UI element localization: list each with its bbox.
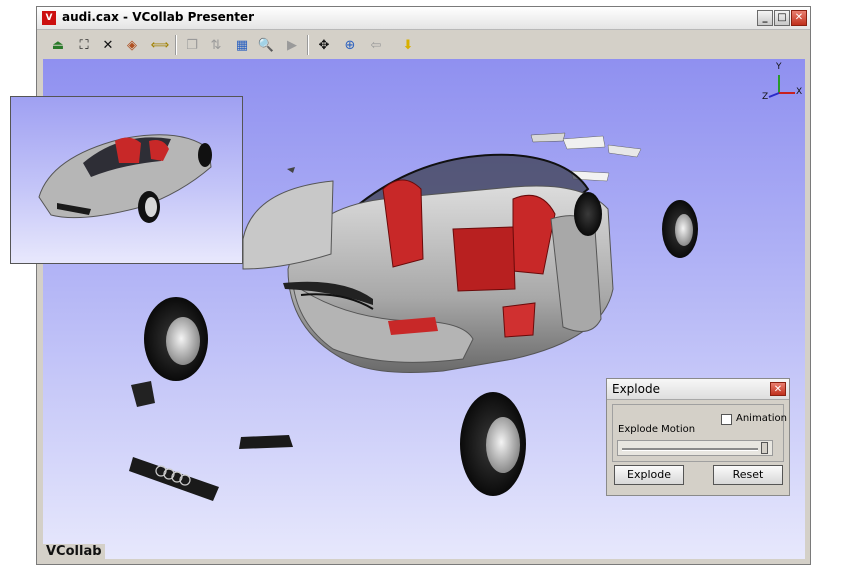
toolbar-button[interactable]: ▶ bbox=[281, 34, 303, 56]
animation-checkbox[interactable] bbox=[721, 414, 732, 425]
cube-view-icon: ◈ bbox=[127, 37, 137, 53]
axis-z-label: Z bbox=[762, 92, 769, 102]
car-thumbnail bbox=[38, 134, 212, 223]
axis-triad bbox=[768, 75, 795, 98]
copy-icon: ❐ bbox=[186, 37, 198, 53]
explode-dialog-title: Explode bbox=[612, 382, 660, 396]
grille-badge bbox=[129, 457, 219, 501]
axis-y-label: Y bbox=[776, 62, 782, 72]
compare-icon: ⇅ bbox=[210, 37, 222, 53]
app-icon: V bbox=[42, 11, 56, 25]
toolbar-button[interactable]: 🔍 bbox=[255, 34, 277, 56]
seat bbox=[452, 226, 516, 292]
explode-icon: ✕ bbox=[102, 37, 114, 53]
toolbar-button[interactable]: ◈ bbox=[121, 34, 143, 56]
window-title: audi.cax - VCollab Presenter bbox=[62, 10, 255, 24]
spoiler-part bbox=[239, 435, 293, 449]
animation-label: Animation bbox=[736, 413, 787, 424]
mirror-part bbox=[131, 381, 155, 407]
toolbar: ⏏ ⛶ ✕ ◈ ⟺ ❐ ⇅ ▦ 🔍 ▶ ✥ ⊕ ⇦ ⬇ bbox=[41, 32, 806, 59]
close-button[interactable]: ✕ bbox=[791, 10, 807, 26]
toolbar-separator bbox=[307, 35, 309, 55]
roof-panel bbox=[607, 144, 642, 158]
play-icon: ▶ bbox=[287, 37, 297, 53]
floor-part bbox=[502, 302, 536, 338]
contour-icon: ▦ bbox=[235, 37, 249, 53]
toolbar-button[interactable]: ✕ bbox=[97, 34, 119, 56]
toolbar-separator bbox=[175, 35, 177, 55]
left-door bbox=[242, 180, 334, 270]
zoom-icon: 🔍 bbox=[257, 37, 275, 53]
toolbar-button[interactable]: ▦ bbox=[231, 34, 253, 56]
title-bar[interactable]: V audi.cax - VCollab Presenter _ □ ✕ bbox=[37, 7, 810, 30]
roof-panel bbox=[562, 135, 606, 150]
section-icon: ⟺ bbox=[150, 37, 170, 53]
explode-motion-label: Explode Motion bbox=[618, 424, 696, 435]
explode-close-button[interactable]: ✕ bbox=[770, 382, 786, 396]
minimize-button[interactable]: _ bbox=[757, 10, 773, 26]
axis-x-label: X bbox=[796, 87, 803, 97]
slider-track bbox=[622, 448, 758, 451]
reset-button[interactable]: Reset bbox=[713, 465, 783, 485]
slider-thumb[interactable] bbox=[761, 442, 768, 454]
wheel-front-left bbox=[144, 297, 208, 381]
roof-panel bbox=[530, 132, 566, 143]
toolbar-button[interactable]: ❐ bbox=[181, 34, 203, 56]
pan-icon: ✥ bbox=[318, 37, 330, 53]
toolbar-button[interactable]: ⟺ bbox=[149, 34, 171, 56]
explode-dialog-titlebar[interactable]: Explode ✕ bbox=[607, 379, 789, 400]
wheel-front-right bbox=[460, 392, 526, 496]
wheel-rear-left bbox=[574, 192, 602, 236]
home-view-icon: ⏏ bbox=[51, 37, 65, 53]
toolbar-button[interactable]: ⇦ bbox=[365, 34, 387, 56]
fit-view-icon: ⛶ bbox=[79, 37, 89, 53]
toolbar-button[interactable]: ⬇ bbox=[397, 34, 419, 56]
thumb-rim bbox=[145, 197, 157, 217]
explode-button[interactable]: Explode bbox=[614, 465, 684, 485]
toolbar-button[interactable]: ⏏ bbox=[47, 34, 69, 56]
vcollab-logo: VCollab bbox=[43, 544, 105, 559]
thumbnail-view[interactable] bbox=[10, 96, 243, 264]
back-icon: ⇦ bbox=[370, 37, 382, 53]
thumb-wheel bbox=[198, 143, 212, 167]
zoom-window-icon: ⊕ bbox=[344, 37, 356, 53]
toolbar-button[interactable]: ⇅ bbox=[205, 34, 227, 56]
small-part bbox=[287, 167, 295, 173]
explode-dialog: Explode ✕ Animation Explode Motion Explo… bbox=[606, 378, 790, 496]
wheel-rear-right bbox=[662, 200, 698, 258]
maximize-button[interactable]: □ bbox=[774, 10, 790, 26]
explode-motion-slider[interactable] bbox=[617, 440, 773, 456]
thumb-seat bbox=[115, 137, 141, 163]
toolbar-button[interactable]: ⛶ bbox=[73, 34, 95, 56]
pick-icon: ⬇ bbox=[402, 37, 414, 53]
toolbar-button[interactable]: ✥ bbox=[313, 34, 335, 56]
toolbar-button[interactable]: ⊕ bbox=[339, 34, 361, 56]
